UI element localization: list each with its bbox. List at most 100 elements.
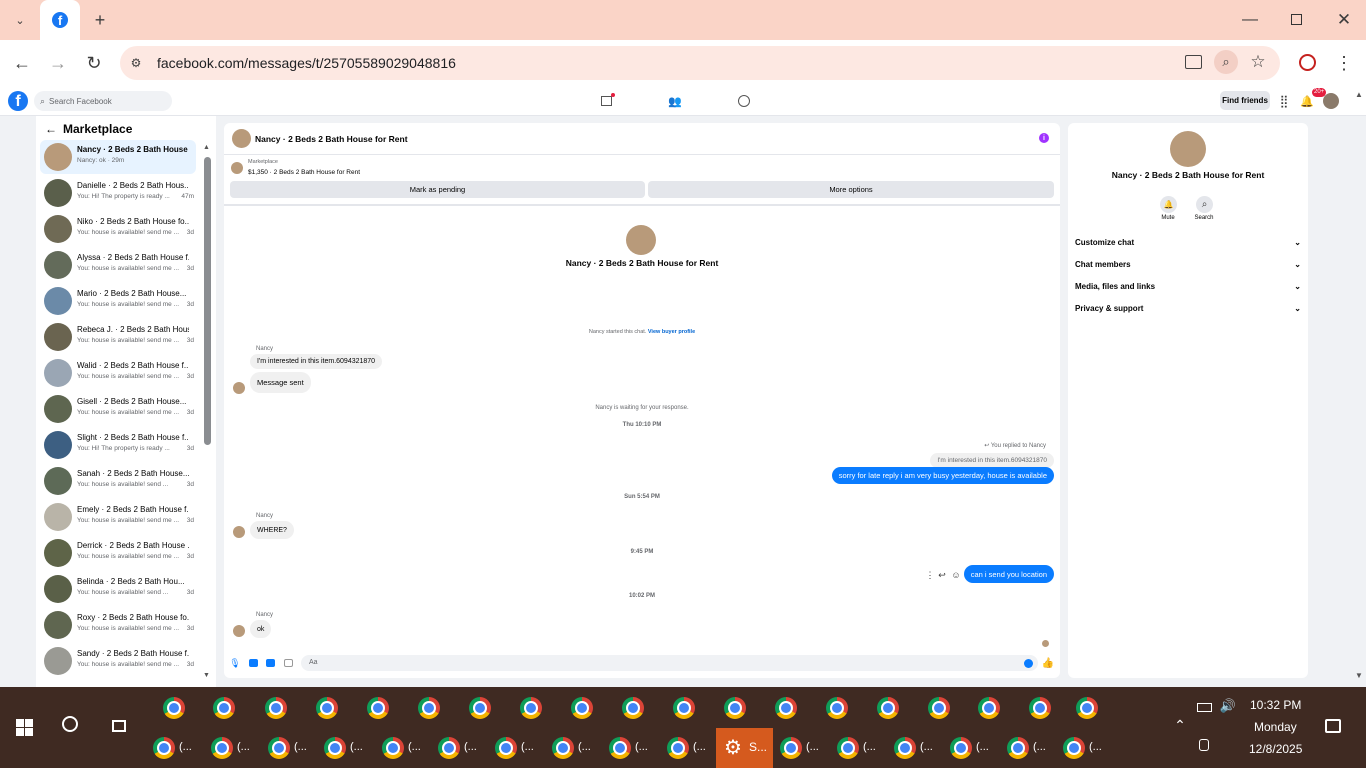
task-view-icon[interactable] — [112, 720, 126, 732]
bookmark-star-icon[interactable]: ☆ — [1247, 51, 1269, 73]
back-arrow-icon[interactable]: ← — [44, 122, 58, 136]
zoom-icon[interactable]: ⌕ — [1214, 50, 1238, 74]
sender-avatar[interactable] — [233, 382, 245, 394]
facebook-logo-icon[interactable]: f — [8, 91, 28, 111]
listing-price-title[interactable]: $1,350 · 2 Beds 2 Bath House for Rent — [248, 169, 360, 176]
profile-avatar[interactable] — [626, 225, 656, 255]
chrome-taskbar-icon[interactable] — [495, 737, 517, 759]
chrome-taskbar-icon[interactable] — [367, 697, 389, 719]
quoted-message[interactable]: I'm interested in this item.6094321870 — [930, 453, 1054, 468]
chrome-taskbar-icon[interactable] — [673, 697, 695, 719]
sidebar-scrollbar[interactable]: ▲ ▼ — [202, 144, 212, 684]
chrome-taskbar-icon[interactable] — [163, 697, 185, 719]
chrome-taskbar-icon[interactable] — [324, 737, 346, 759]
chrome-taskbar-icon[interactable] — [1029, 697, 1051, 719]
close-window-icon[interactable]: ✕ — [1332, 8, 1356, 32]
chrome-taskbar-icon[interactable] — [950, 737, 972, 759]
message-react-icon[interactable]: ☺ — [951, 569, 961, 581]
taskbar-search-icon[interactable] — [62, 716, 78, 732]
chrome-taskbar-icon[interactable] — [877, 697, 899, 719]
site-info-icon[interactable]: ⚙ — [128, 55, 144, 71]
page-scroll-down[interactable]: ▼ — [1355, 671, 1363, 680]
chrome-taskbar-icon[interactable] — [609, 737, 631, 759]
chrome-taskbar-icon[interactable] — [775, 697, 797, 719]
conversation-item[interactable]: Niko · 2 Beds 2 Bath House fo... You: hou… — [40, 212, 196, 246]
conversation-item[interactable]: Gisell · 2 Beds 2 Bath House... You: hous… — [40, 392, 196, 426]
chrome-taskbar-icon[interactable] — [211, 737, 233, 759]
conversation-item[interactable]: Derrick · 2 Beds 2 Bath House ... You: ho… — [40, 536, 196, 570]
message-bubble-incoming[interactable]: WHERE? — [250, 521, 294, 539]
chrome-taskbar-icon[interactable] — [894, 737, 916, 759]
clock-date[interactable]: 12/8/2025 — [1249, 742, 1302, 756]
emoji-icon[interactable] — [1024, 659, 1033, 668]
chrome-taskbar-icon[interactable] — [520, 697, 542, 719]
privacy-support-row[interactable]: Privacy & support ⌄ — [1075, 300, 1301, 316]
scroll-thumb[interactable] — [204, 157, 211, 445]
chrome-taskbar-icon[interactable] — [724, 697, 746, 719]
chrome-taskbar-icon[interactable] — [571, 697, 593, 719]
friends-nav-icon[interactable]: 👥 — [668, 94, 682, 108]
chat-info-icon[interactable]: i — [1039, 133, 1049, 143]
minimize-icon[interactable]: — — [1238, 8, 1262, 32]
conversation-item[interactable]: Sanah · 2 Beds 2 Bath House... You: house… — [40, 464, 196, 498]
tab-search-icon[interactable]: ⌄ — [9, 10, 31, 30]
page-scroll-up[interactable]: ▲ — [1355, 90, 1363, 99]
conversation-item[interactable]: Walid · 2 Beds 2 Bath House f... You: hou… — [40, 356, 196, 390]
message-bubble-incoming[interactable]: I'm interested in this item.6094321870 — [250, 354, 383, 369]
chrome-taskbar-icon[interactable] — [978, 697, 1000, 719]
conversation-item[interactable]: Sandy · 2 Beds 2 Bath House f... You: hou… — [40, 644, 196, 678]
install-app-icon[interactable] — [1185, 55, 1202, 69]
chrome-taskbar-icon[interactable] — [1076, 697, 1098, 719]
profile-icon[interactable] — [1299, 54, 1316, 71]
chrome-taskbar-icon[interactable] — [316, 697, 338, 719]
chrome-taskbar-icon[interactable] — [780, 737, 802, 759]
conversation-item[interactable]: Alyssa · 2 Beds 2 Bath House f... You: ho… — [40, 248, 196, 282]
chrome-taskbar-icon[interactable] — [265, 697, 287, 719]
chat-members-row[interactable]: Chat members ⌄ — [1075, 256, 1301, 272]
restore-icon[interactable] — [1291, 14, 1302, 25]
listing-thumbnail[interactable] — [231, 162, 243, 174]
message-bubble-outgoing[interactable]: sorry for late reply i am very busy yest… — [831, 467, 1054, 484]
browser-tab-facebook[interactable]: f — [40, 0, 80, 40]
message-bubble-outgoing[interactable]: can i send you location — [963, 565, 1054, 583]
find-friends-button[interactable]: Find friends — [1220, 91, 1270, 110]
chrome-taskbar-icon[interactable] — [622, 697, 644, 719]
notifications-bell-icon[interactable]: 🔔 — [1300, 94, 1314, 108]
chrome-taskbar-icon[interactable] — [667, 737, 689, 759]
reload-icon[interactable]: ↻ — [83, 52, 105, 74]
back-icon[interactable]: ← — [11, 52, 33, 74]
chrome-taskbar-icon[interactable] — [837, 737, 859, 759]
chrome-taskbar-icon[interactable] — [438, 737, 460, 759]
settings-taskbar-button[interactable]: ⚙ S... — [716, 728, 773, 768]
location-icon[interactable] — [1199, 739, 1209, 751]
new-tab-icon[interactable]: + — [90, 10, 110, 30]
thumbs-up-icon[interactable]: 👍 — [1042, 656, 1054, 670]
url-text[interactable]: facebook.com/messages/t/2570558902904881… — [157, 55, 456, 71]
message-composer-input[interactable]: Aa — [301, 655, 1038, 671]
chrome-taskbar-icon[interactable] — [268, 737, 290, 759]
message-more-icon[interactable]: ⋮ — [926, 569, 935, 581]
scroll-down-arrow[interactable]: ▼ — [203, 672, 210, 679]
sender-avatar[interactable] — [233, 526, 245, 538]
message-bubble-incoming[interactable]: ok — [250, 620, 272, 638]
battery-icon[interactable] — [1197, 703, 1212, 712]
media-files-links-row[interactable]: Media, files and links ⌄ — [1075, 278, 1301, 294]
chrome-taskbar-icon[interactable] — [1063, 737, 1085, 759]
chat-header-avatar[interactable] — [232, 129, 251, 148]
sticker-icon[interactable] — [266, 659, 275, 667]
mark-as-pending-button[interactable]: Mark as pending — [230, 181, 645, 198]
groups-nav-icon[interactable] — [738, 95, 750, 107]
home-nav-icon[interactable] — [601, 96, 612, 106]
chrome-taskbar-icon[interactable] — [928, 697, 950, 719]
forward-icon[interactable]: → — [47, 52, 69, 74]
clock-time[interactable]: 10:32 PM — [1250, 698, 1301, 712]
notification-center-icon[interactable] — [1325, 719, 1341, 733]
message-reply-icon[interactable]: ↩ — [937, 569, 947, 581]
sender-avatar[interactable] — [233, 625, 245, 637]
show-hidden-icons[interactable]: ⌃ — [1172, 717, 1188, 733]
page-scrollbar[interactable]: ▲ ▼ — [1352, 88, 1366, 687]
chrome-taskbar-icon[interactable] — [469, 697, 491, 719]
conversation-item[interactable]: Slight · 2 Beds 2 Bath House f... You: Hi… — [40, 428, 196, 462]
message-bubble-incoming[interactable]: Message sent — [250, 372, 311, 393]
customize-chat-row[interactable]: Customize chat ⌄ — [1075, 234, 1301, 250]
